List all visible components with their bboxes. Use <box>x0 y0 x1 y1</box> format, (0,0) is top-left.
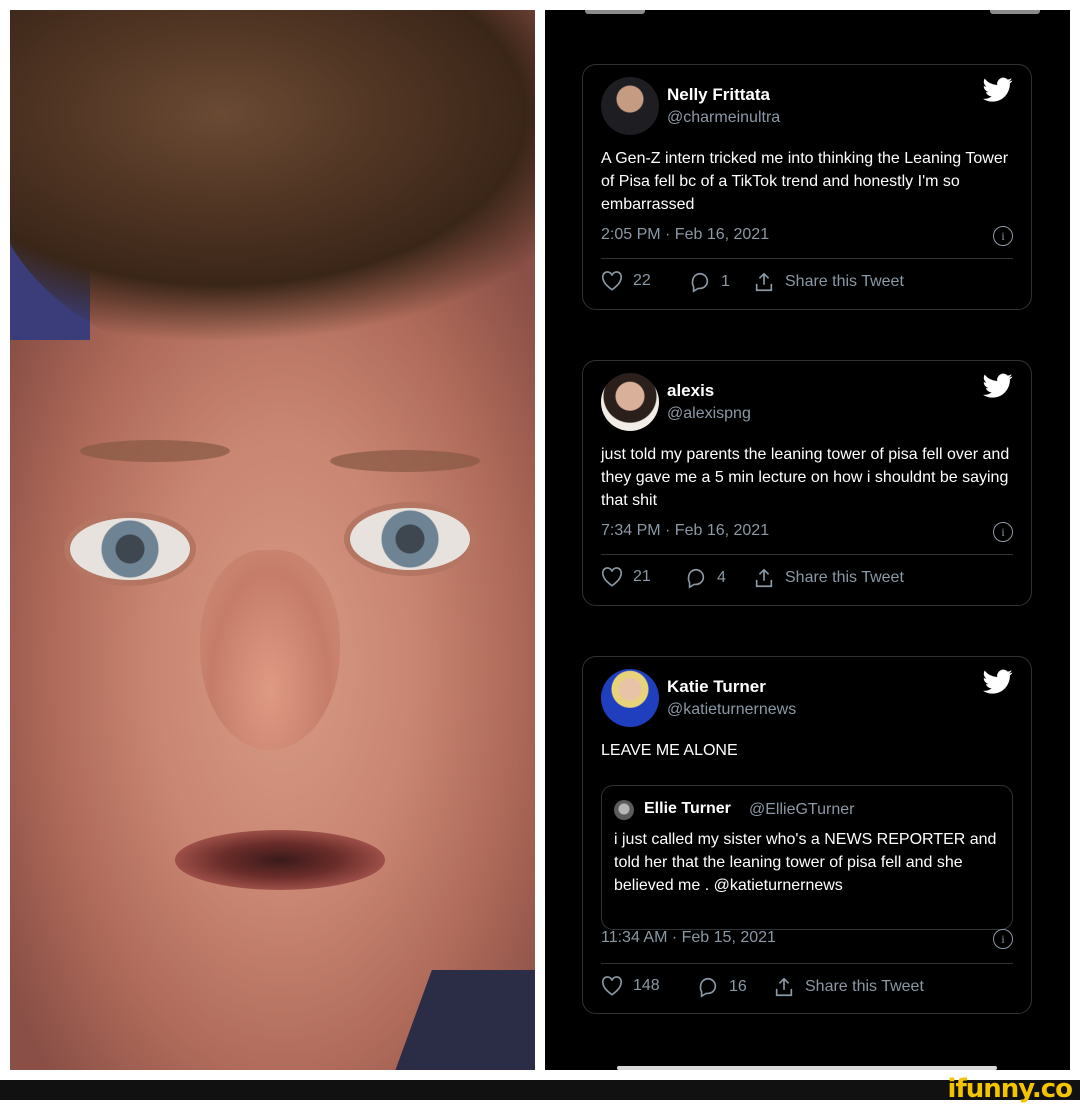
footer-bar: ifunny.co <box>0 1074 1080 1104</box>
speech-bubble-icon <box>699 977 717 998</box>
avatar[interactable] <box>601 373 659 431</box>
like-button[interactable]: 22 <box>601 271 651 291</box>
reply-button[interactable]: 16 <box>697 976 747 998</box>
quoted-tweet-text: i just called my sister who's a NEWS REP… <box>614 831 997 894</box>
tweet-author-handle[interactable]: @katieturnernews <box>667 701 796 719</box>
heart-icon <box>601 271 623 291</box>
info-icon[interactable]: i <box>993 929 1013 949</box>
tweet-header: alexis @alexispng <box>601 373 1013 433</box>
suit-collar <box>388 970 535 1070</box>
status-bar-right <box>990 10 1040 14</box>
tweet-timestamp[interactable]: 2:05 PM · Feb 16, 2021 <box>601 226 769 244</box>
info-icon[interactable]: i <box>993 522 1013 542</box>
share-tweet-button[interactable]: Share this Tweet <box>773 976 924 998</box>
heart-icon <box>601 567 623 587</box>
tweet-card[interactable]: alexis @alexispng just told my parents t… <box>582 360 1032 606</box>
tweet-timestamp[interactable]: 11:34 AM · Feb 15, 2021 <box>601 929 776 947</box>
divider <box>601 258 1013 259</box>
face-photo <box>10 10 535 1070</box>
twitter-bird-icon[interactable] <box>983 77 1013 103</box>
share-icon <box>775 977 793 997</box>
twitter-bird-icon[interactable] <box>983 669 1013 695</box>
twitter-bird-icon[interactable] <box>983 373 1013 399</box>
avatar[interactable] <box>601 77 659 135</box>
speech-bubble-icon <box>691 272 709 293</box>
mouth <box>175 830 385 890</box>
like-button[interactable]: 148 <box>601 976 660 996</box>
reply-button[interactable]: 4 <box>685 567 726 589</box>
tweet-actions: 21 4 Share this Tweet <box>601 567 1013 593</box>
nose <box>200 550 340 750</box>
share-tweet-button[interactable]: Share this Tweet <box>753 567 904 589</box>
reply-count: 1 <box>721 273 730 290</box>
tweet-author-handle[interactable]: @alexispng <box>667 405 751 423</box>
like-button[interactable]: 21 <box>601 567 651 587</box>
avatar[interactable] <box>601 669 659 727</box>
right-eyebrow <box>330 450 480 472</box>
share-icon <box>755 568 773 588</box>
share-label: Share this Tweet <box>785 569 904 586</box>
heart-icon <box>601 976 623 996</box>
status-bar-left <box>585 10 645 14</box>
tweet-timestamp[interactable]: 7:34 PM · Feb 16, 2021 <box>601 522 769 540</box>
quoted-avatar[interactable] <box>614 800 634 820</box>
left-eye <box>70 518 190 580</box>
share-label: Share this Tweet <box>805 978 924 995</box>
tweet-card[interactable]: Katie Turner @katieturnernews LEAVE ME A… <box>582 656 1032 1014</box>
quoted-tweet[interactable]: Ellie Turner @EllieGTurner i just called… <box>601 785 1013 930</box>
tweet-card[interactable]: Nelly Frittata @charmeinultra A Gen-Z in… <box>582 64 1032 310</box>
share-label: Share this Tweet <box>785 273 904 290</box>
left-eyebrow <box>80 440 230 462</box>
tweet-text: LEAVE ME ALONE <box>601 742 738 759</box>
reply-count: 4 <box>717 569 726 586</box>
divider <box>601 963 1013 964</box>
tweet-actions: 148 16 Share this Tweet <box>601 976 1013 1002</box>
reply-count: 16 <box>729 978 747 995</box>
tweet-actions: 22 1 Share this Tweet <box>601 271 1013 297</box>
phone-screen: Nelly Frittata @charmeinultra A Gen-Z in… <box>545 10 1070 1070</box>
like-count: 22 <box>633 272 651 289</box>
quoted-author-handle[interactable]: @EllieGTurner <box>749 801 854 819</box>
divider <box>601 554 1013 555</box>
share-icon <box>755 272 773 292</box>
tweet-text: just told my parents the leaning tower o… <box>601 446 1010 509</box>
right-eye <box>350 508 470 570</box>
quoted-author-name[interactable]: Ellie Turner <box>644 800 731 818</box>
share-tweet-button[interactable]: Share this Tweet <box>753 271 904 293</box>
tweet-author-name[interactable]: Nelly Frittata <box>667 85 770 105</box>
tweet-text: A Gen-Z intern tricked me into thinking … <box>601 150 1009 213</box>
tweet-author-handle[interactable]: @charmeinultra <box>667 109 780 127</box>
home-indicator <box>617 1066 997 1070</box>
info-icon[interactable]: i <box>993 226 1013 246</box>
like-count: 21 <box>633 568 651 585</box>
tweet-header: Nelly Frittata @charmeinultra <box>601 77 1013 137</box>
tweet-header: Katie Turner @katieturnernews <box>601 669 1013 729</box>
like-count: 148 <box>633 977 660 994</box>
tweet-author-name[interactable]: Katie Turner <box>667 677 766 697</box>
tweet-author-name[interactable]: alexis <box>667 381 714 401</box>
reply-button[interactable]: 1 <box>689 271 730 293</box>
speech-bubble-icon <box>687 568 705 589</box>
